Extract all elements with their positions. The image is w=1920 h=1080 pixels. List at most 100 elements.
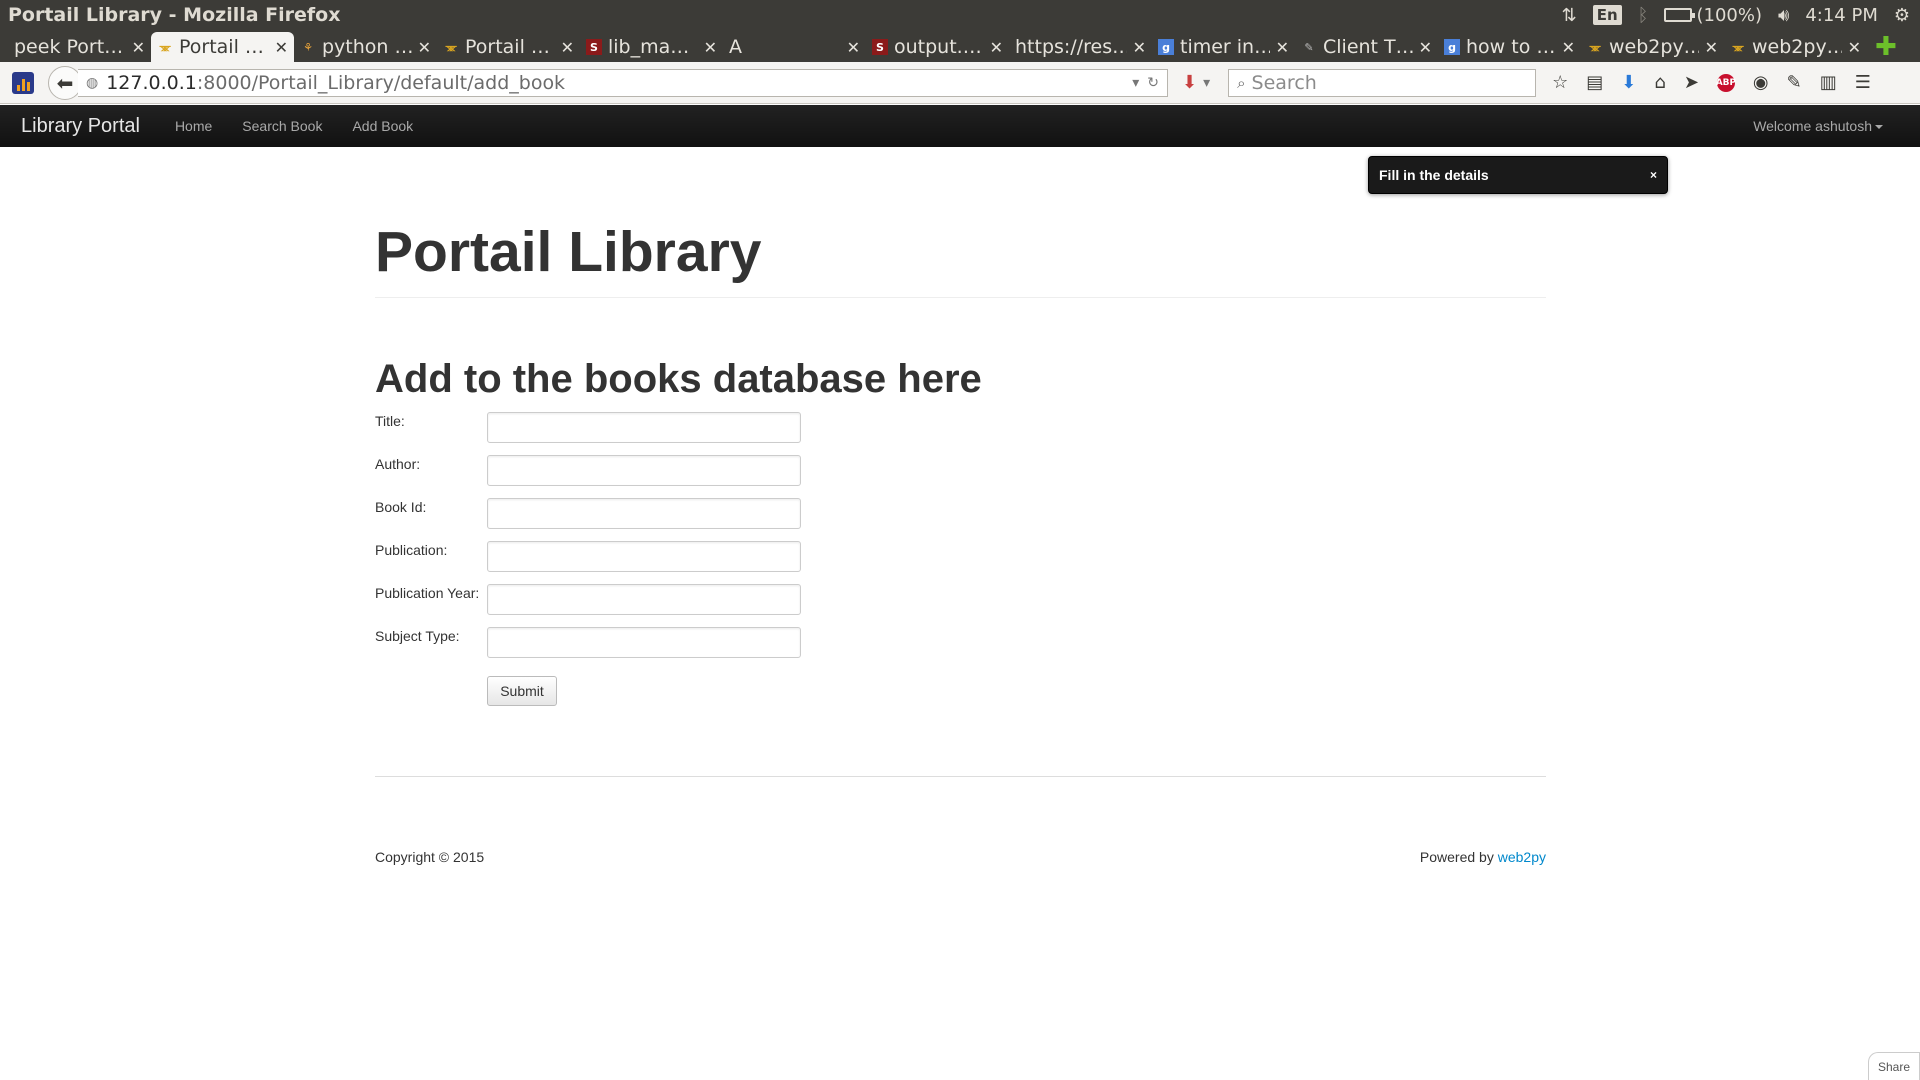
author-field[interactable] bbox=[487, 455, 801, 486]
power-gear-icon[interactable]: ⚙ bbox=[1894, 5, 1910, 26]
tab[interactable]: https://res… ✕ bbox=[1009, 32, 1152, 62]
python-icon: ⚘ bbox=[303, 40, 313, 54]
site-identity-icon[interactable]: ◍ bbox=[86, 75, 98, 91]
tab-label: Client T… bbox=[1323, 36, 1413, 58]
tab[interactable]: ᚘ web2py… ✕ bbox=[1724, 32, 1867, 62]
tab-label: A bbox=[729, 36, 742, 58]
share-button[interactable]: Share bbox=[1868, 1052, 1920, 1080]
tab-label: web2py… bbox=[1609, 36, 1699, 58]
tab-close-icon[interactable]: ✕ bbox=[1276, 38, 1289, 57]
app-launcher-icon[interactable] bbox=[12, 71, 34, 94]
clock[interactable]: 4:14 PM bbox=[1805, 5, 1878, 26]
tab-close-icon[interactable]: ✕ bbox=[847, 38, 860, 57]
tab[interactable]: S lib_ma… ✕ bbox=[580, 32, 723, 62]
s-icon: S bbox=[872, 39, 888, 55]
tab[interactable]: ᚘ Portail … ✕ bbox=[437, 32, 580, 62]
submit-button[interactable]: Submit bbox=[487, 676, 557, 706]
tab-close-icon[interactable]: ✕ bbox=[132, 38, 145, 57]
close-icon[interactable]: × bbox=[1650, 168, 1657, 182]
tab[interactable]: g timer in… ✕ bbox=[1152, 32, 1295, 62]
back-arrow-icon[interactable]: ⬅ bbox=[48, 65, 82, 100]
tab-active[interactable]: ᚘ Portail … ✕ bbox=[151, 32, 294, 62]
subject-type-label: Subject Type: bbox=[375, 628, 460, 644]
menu-hamburger-icon[interactable]: ☰ bbox=[1855, 72, 1871, 93]
tab-close-icon[interactable]: ✕ bbox=[561, 38, 574, 57]
subject-type-field[interactable] bbox=[487, 627, 801, 658]
form-row-publication: Publication: bbox=[375, 541, 975, 573]
user-menu-dropdown[interactable]: Welcome ashutosh bbox=[1753, 118, 1883, 134]
publication-year-field[interactable] bbox=[487, 584, 801, 615]
tab-label: Portail … bbox=[179, 36, 264, 58]
tab-close-icon[interactable]: ✕ bbox=[1705, 38, 1718, 57]
clipboard-icon[interactable]: ▥ bbox=[1820, 72, 1837, 93]
powered-by: Powered by web2py bbox=[1420, 849, 1546, 865]
send-icon[interactable]: ➤ bbox=[1684, 72, 1699, 93]
form-row-subject-type: Subject Type: bbox=[375, 627, 975, 659]
flash-text: Fill in the details bbox=[1379, 167, 1489, 183]
home-icon[interactable]: ⌂ bbox=[1654, 72, 1665, 93]
url-path: :8000/Portail_Library/default/add_book bbox=[196, 71, 566, 94]
search-placeholder: Search bbox=[1251, 71, 1317, 94]
nav-home[interactable]: Home bbox=[175, 118, 212, 134]
tab-label: timer in… bbox=[1180, 36, 1270, 58]
tab-close-icon[interactable]: ✕ bbox=[275, 38, 288, 57]
tab-close-icon[interactable]: ✕ bbox=[418, 38, 431, 57]
client-icon: ✎ bbox=[1304, 40, 1314, 54]
tab[interactable]: ᚘ web2py… ✕ bbox=[1581, 32, 1724, 62]
volume-icon[interactable]: 🔊︎ bbox=[1778, 5, 1789, 26]
tab-close-icon[interactable]: ✕ bbox=[990, 38, 1003, 57]
new-tab-plus-icon[interactable]: ✚ bbox=[1875, 32, 1897, 62]
tab[interactable]: ⚘ python … ✕ bbox=[294, 32, 437, 62]
form-row-author: Author: bbox=[375, 455, 975, 487]
tab-close-icon[interactable]: ✕ bbox=[1848, 38, 1861, 57]
extension-icon[interactable]: ✎ bbox=[1787, 72, 1802, 93]
search-input[interactable]: ⌕ Search bbox=[1228, 68, 1537, 97]
battery-indicator[interactable]: (100%) bbox=[1664, 5, 1762, 26]
powered-by-text: Powered by bbox=[1419, 849, 1494, 865]
pocket-dropdown-icon[interactable]: ▾ bbox=[1203, 75, 1210, 91]
tab[interactable]: peek Port… ✕ bbox=[8, 32, 151, 62]
url-host: 127.0.0.1 bbox=[106, 71, 197, 94]
toolbar-icons: ☆ ▤ ⬇ ⌂ ➤ ABP ◉ ✎ ▥ ☰ bbox=[1552, 72, 1871, 93]
bookmark-star-icon[interactable]: ☆ bbox=[1552, 72, 1568, 93]
nav-add-book[interactable]: Add Book bbox=[352, 118, 413, 134]
copyright-text: Copyright © 2015 bbox=[375, 849, 485, 865]
tab-close-icon[interactable]: ✕ bbox=[1419, 38, 1432, 57]
dropdown-arrow-icon[interactable]: ▾ bbox=[1132, 75, 1139, 91]
pocket-icon[interactable]: ⬇ bbox=[1182, 72, 1197, 93]
tab-close-icon[interactable]: ✕ bbox=[1562, 38, 1575, 57]
tab-label: output.… bbox=[894, 36, 982, 58]
download-icon[interactable]: ⬇ bbox=[1621, 72, 1636, 93]
reading-list-icon[interactable]: ▤ bbox=[1586, 72, 1603, 93]
keyboard-language[interactable]: En bbox=[1592, 5, 1622, 25]
publication-field[interactable] bbox=[487, 541, 801, 572]
search-icon: ⌕ bbox=[1237, 73, 1246, 92]
page-title: Portail Library bbox=[375, 220, 762, 284]
divider bbox=[375, 297, 1546, 298]
web2py-icon: ᚘ bbox=[445, 42, 457, 52]
flash-message: Fill in the details × bbox=[1368, 156, 1668, 194]
tab-close-icon[interactable]: ✕ bbox=[704, 38, 717, 57]
reload-icon[interactable]: ↻ bbox=[1147, 75, 1159, 91]
bluetooth-icon[interactable]: ᛒ bbox=[1638, 5, 1649, 26]
nav-search-book[interactable]: Search Book bbox=[242, 118, 322, 134]
tab[interactable]: g how to … ✕ bbox=[1438, 32, 1581, 62]
url-bar[interactable]: ◍ 127.0.0.1 :8000/Portail_Library/defaul… bbox=[78, 68, 1168, 97]
network-icon[interactable]: ⇅ bbox=[1562, 5, 1577, 26]
tab[interactable]: ✎ Client T… ✕ bbox=[1295, 32, 1438, 62]
book-id-field[interactable] bbox=[487, 498, 801, 529]
brand-link[interactable]: Library Portal bbox=[21, 115, 140, 138]
publication-year-label: Publication Year: bbox=[375, 585, 480, 601]
web2py-link[interactable]: web2py bbox=[1498, 849, 1546, 865]
tab[interactable]: S output.… ✕ bbox=[866, 32, 1009, 62]
tab-strip: peek Port… ✕ ᚘ Portail … ✕ ⚘ python … ✕ … bbox=[0, 30, 1920, 62]
tab-label: python … bbox=[322, 36, 412, 58]
adblock-icon[interactable]: ABP bbox=[1716, 73, 1736, 92]
form-heading: Add to the books database here bbox=[375, 357, 982, 401]
form-row-publication-year: Publication Year: bbox=[375, 584, 975, 616]
tab[interactable]: A ✕ bbox=[723, 32, 866, 62]
web2py-icon: ᚘ bbox=[1589, 42, 1601, 52]
chat-icon[interactable]: ◉ bbox=[1753, 72, 1769, 93]
title-field[interactable] bbox=[487, 412, 801, 443]
tab-close-icon[interactable]: ✕ bbox=[1133, 38, 1146, 57]
